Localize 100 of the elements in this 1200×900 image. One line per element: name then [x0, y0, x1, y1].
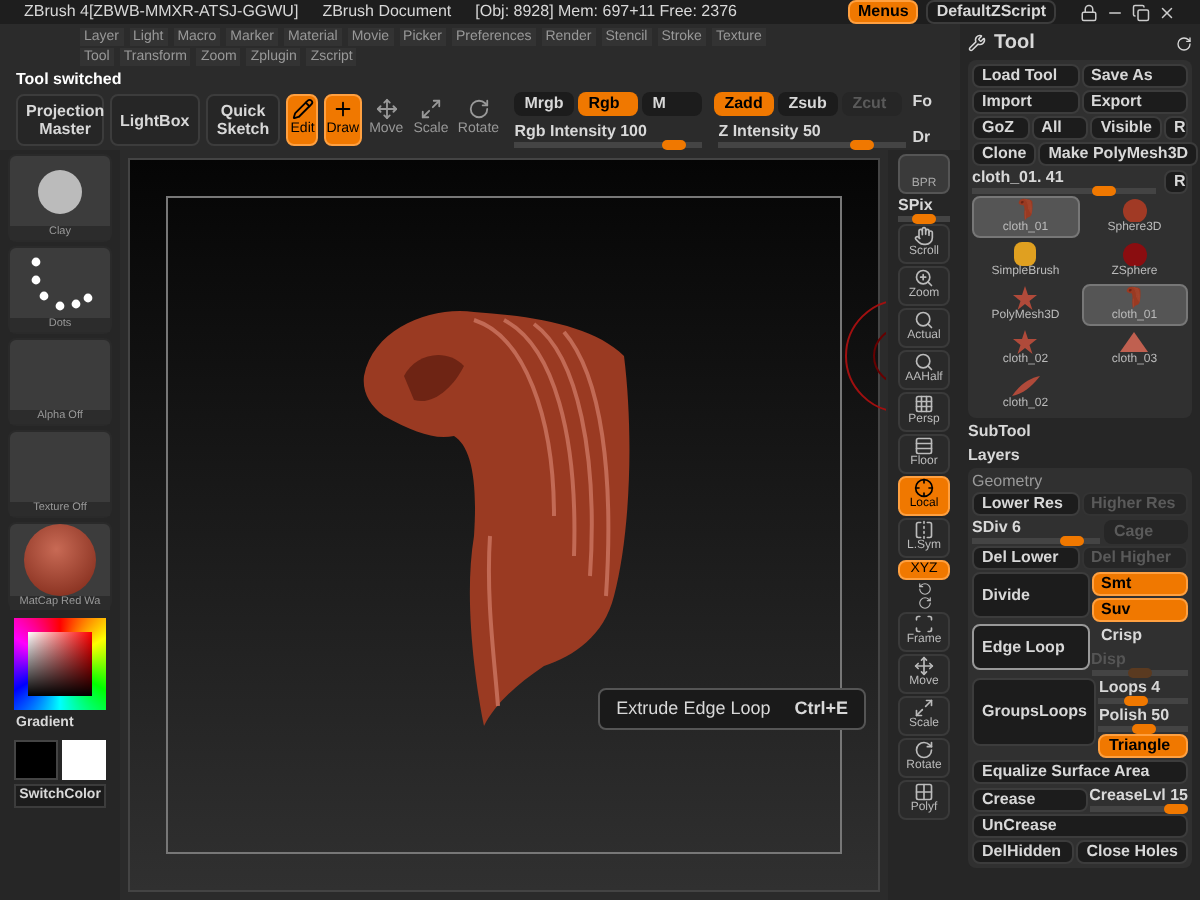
color-swatch[interactable] — [62, 739, 106, 779]
section-header[interactable]: SubTool — [968, 420, 1192, 442]
rotate-icon[interactable] — [917, 596, 931, 610]
tool-button[interactable]: GoZ — [972, 116, 1030, 140]
section-header[interactable]: Geometry — [972, 472, 1188, 490]
color-mode-button[interactable]: Rgb — [578, 92, 639, 116]
intensity-slider-label: Rgb Intensity 100 — [514, 122, 649, 140]
toolbar-button[interactable]: Quick Sketch — [205, 94, 281, 146]
shortcut-text: Ctrl+E — [794, 695, 848, 721]
menu-toggle-button[interactable]: Menus — [847, 0, 919, 24]
suv-button[interactable]: Suv — [1091, 598, 1188, 622]
slider-thumb[interactable] — [1164, 804, 1188, 814]
crease-level-slider-label: CreaseLvl 15 — [1089, 786, 1188, 804]
tool-button[interactable]: Load Tool — [972, 64, 1079, 88]
crosshair-icon — [914, 478, 934, 498]
crease-button[interactable]: Crease — [972, 788, 1088, 812]
move-icon — [375, 98, 398, 121]
status-text: Tool switched — [14, 70, 124, 90]
stats-text: [Obj: 8928] Mem: 697+11 Free: 2376 — [475, 0, 737, 24]
rotate-icon[interactable] — [917, 582, 931, 596]
toolbar-button[interactable]: Projection Master — [16, 94, 104, 146]
tooltip-text: Extrude Edge Loop — [616, 695, 771, 722]
color-mode-button[interactable]: Mrgb — [514, 92, 575, 116]
strip-icon — [1009, 374, 1042, 398]
tool-slider[interactable] — [972, 188, 1156, 194]
reset-button[interactable]: R — [1164, 170, 1188, 194]
brush-cursor-icon — [842, 296, 886, 416]
sdiv-slider-label: SDiv 6 — [972, 518, 1023, 536]
cloth-thumbnail-icon — [1124, 286, 1145, 310]
tool-button[interactable]: All — [1031, 116, 1089, 140]
tool-button[interactable]: Make PolyMesh3D — [1038, 142, 1199, 166]
tool-button[interactable]: Import — [972, 90, 1079, 114]
groups-loops-button[interactable]: GroupsLoops — [972, 678, 1097, 746]
color-mode-button[interactable]: M — [642, 92, 703, 116]
tool-button[interactable]: Save As — [1081, 64, 1188, 88]
triangle-icon — [1118, 330, 1151, 354]
restore-icon[interactable] — [1132, 3, 1150, 21]
rotate-icon — [914, 740, 934, 760]
lock-icon[interactable] — [1080, 3, 1098, 21]
lower-res-button[interactable]: Lower Res — [972, 492, 1079, 516]
move-icon — [914, 656, 934, 676]
slider-thumb[interactable] — [849, 140, 874, 150]
slider-thumb[interactable] — [662, 140, 687, 150]
frame-icon — [914, 614, 934, 634]
color-swatch[interactable] — [14, 739, 58, 779]
scale-icon — [914, 698, 934, 718]
hand-icon — [914, 226, 934, 246]
slider-thumb[interactable] — [1060, 536, 1085, 546]
spix-slider-label: SPix — [898, 196, 935, 214]
polish-slider[interactable] — [1098, 726, 1188, 732]
color-picker[interactable] — [14, 618, 106, 710]
cut-label: Dr — [912, 126, 932, 150]
edge-loop-button[interactable]: Edge Loop — [972, 624, 1089, 670]
intensity-slider-label: Z Intensity 50 — [718, 122, 823, 140]
triangle-button[interactable]: Triangle — [1098, 734, 1188, 758]
star-icon — [1012, 330, 1039, 354]
tool-button[interactable]: R — [1164, 116, 1188, 140]
slider-thumb[interactable] — [912, 214, 936, 224]
slider-thumb[interactable] — [1131, 724, 1156, 734]
divide-button[interactable]: Divide — [972, 572, 1089, 618]
cloth-thumbnail-icon — [1015, 198, 1036, 222]
crisp-button[interactable]: Crisp — [1091, 624, 1188, 648]
close-icon[interactable] — [1158, 3, 1176, 21]
search-icon — [914, 352, 934, 372]
smt-button[interactable]: Smt — [1091, 572, 1188, 596]
del-hidden-button[interactable]: DelHidden — [972, 840, 1075, 864]
section-header[interactable]: Layers — [968, 444, 1192, 466]
rotate-icon — [467, 98, 490, 121]
brush-icon — [1014, 242, 1037, 266]
panel-title: Tool — [994, 30, 1035, 58]
loops-slider-label: Loops 4 — [1098, 678, 1163, 696]
reset-icon[interactable] — [1176, 35, 1192, 51]
uncrease-button[interactable]: UnCrease — [972, 814, 1188, 838]
tool-slider-label: cloth_01. 41 — [972, 168, 1066, 186]
tool-button[interactable]: Visible — [1090, 116, 1162, 140]
plus-icon — [331, 98, 354, 121]
viewport[interactable]: Extrude Edge Loop Ctrl+E — [128, 158, 880, 892]
grid-icon — [914, 782, 934, 802]
menu-toggle-button[interactable]: DefaultZScript — [926, 0, 1056, 24]
zoom-icon — [914, 268, 934, 288]
del-lower-button[interactable]: Del Lower — [972, 546, 1079, 570]
wrench-icon — [968, 34, 986, 52]
depth-mode-button[interactable]: Zsub — [778, 92, 839, 116]
equalize-button[interactable]: Equalize Surface Area — [972, 760, 1188, 784]
depth-mode-button[interactable]: Zadd — [714, 92, 775, 116]
toolbar-button[interactable]: LightBox — [110, 94, 200, 146]
app-title: ZBrush 4[ZBWB-MMXR-ATSJ-GGWU] — [24, 0, 299, 24]
mirror-icon — [914, 520, 934, 540]
tool-button[interactable]: Clone — [972, 142, 1037, 166]
slider-thumb[interactable] — [1092, 186, 1116, 196]
spix-slider[interactable] — [898, 216, 950, 222]
scale-icon — [419, 98, 442, 121]
tool-button[interactable]: Export — [1081, 90, 1188, 114]
slider-thumb[interactable] — [1124, 696, 1149, 706]
document-title: ZBrush Document — [322, 0, 452, 24]
search-icon — [914, 310, 934, 330]
star-icon — [1012, 286, 1039, 310]
polish-slider-label: Polish 50 — [1098, 706, 1172, 724]
close-holes-button[interactable]: Close Holes — [1076, 840, 1188, 864]
floor-icon — [914, 436, 934, 456]
